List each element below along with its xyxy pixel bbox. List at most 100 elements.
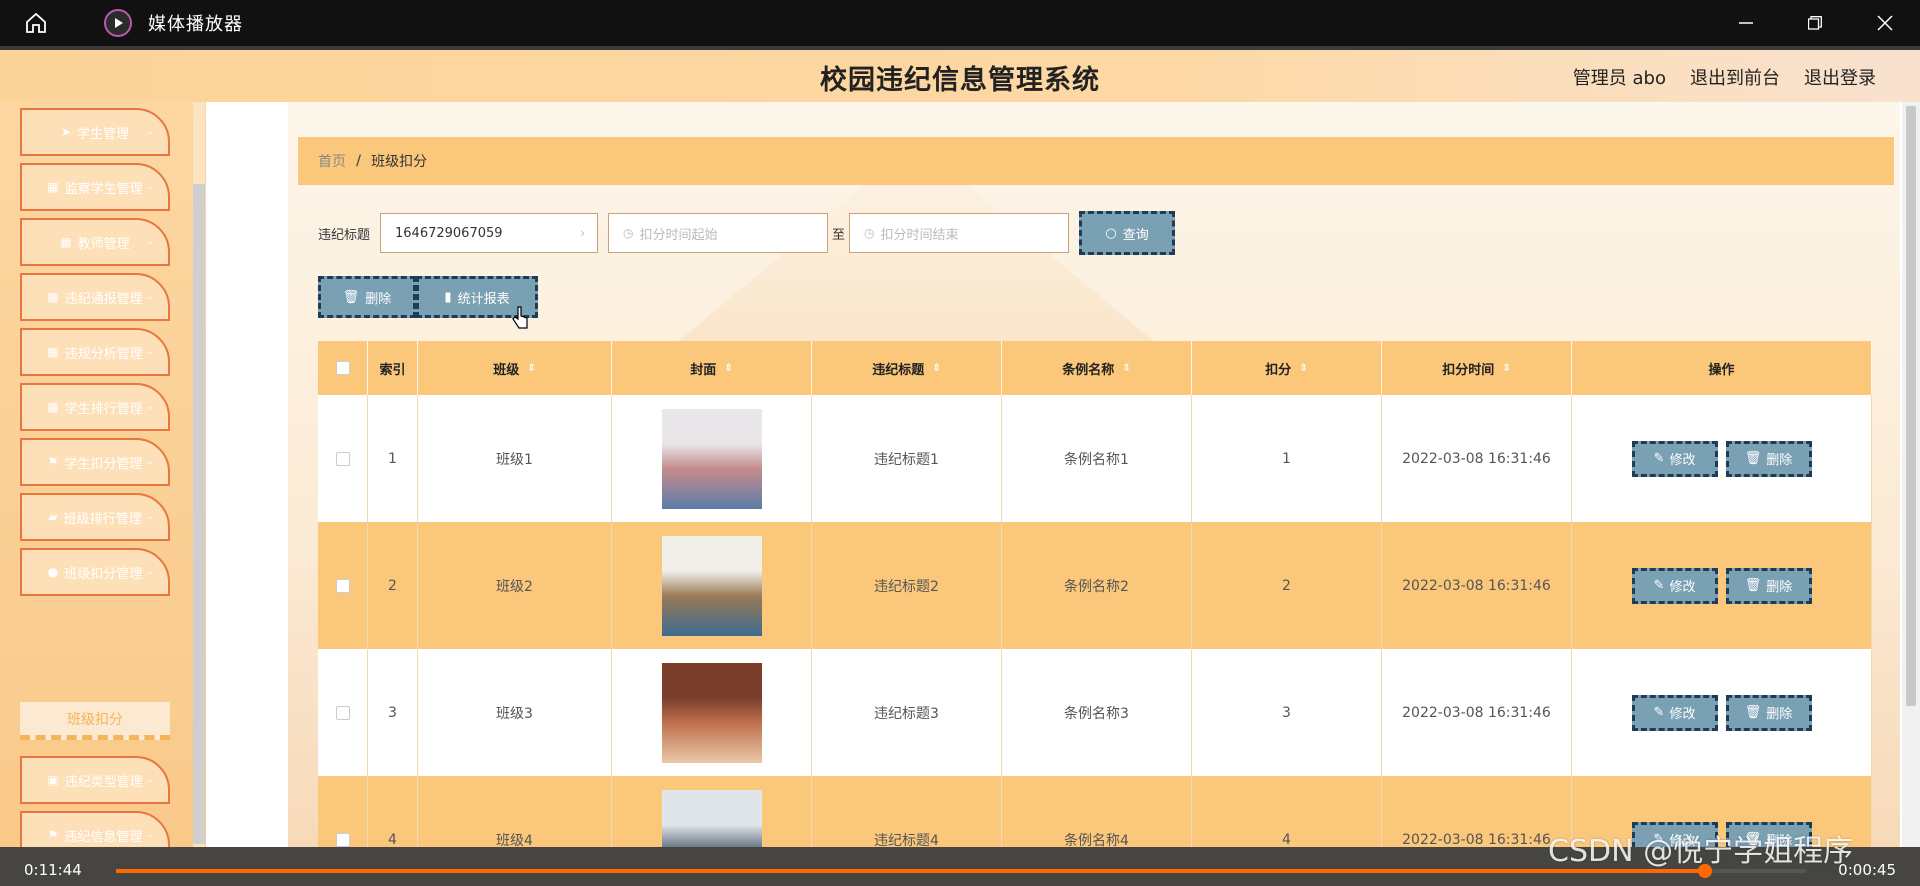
title-filter-input[interactable]: 1646729067059 › [380,213,599,253]
bar-chart-icon: ▮ [444,289,452,305]
delete-button-label: 删除 [1766,580,1793,595]
title-cell: 违纪标题1 [812,395,1002,522]
sidebar-item[interactable]: ➤ 学生管理 ⌄ [20,108,170,156]
restore-icon[interactable] [1785,0,1845,46]
operations-cell: ✎ 修改 🗑 删除 [1572,395,1872,522]
delete-button[interactable]: 🗑 删除 [1725,567,1812,604]
logout-link[interactable]: 退出登录 [1804,64,1876,90]
player-title-bar: 媒体播放器 [0,0,1920,46]
sidebar-item-label: 学生扣分管理 [64,456,143,472]
sidebar-item[interactable]: ▦ 学生排行管理 ⌄ [20,383,170,431]
grid-icon: ▦ [47,345,59,359]
sort-icon[interactable]: ⇕ [1299,363,1307,374]
cover-cell [612,522,812,649]
table-row[interactable]: 2 班级2 违纪标题2 条例名称2 2 2022-03-08 16:31:46 ✎ 修改 🗑 删除 [318,522,1872,649]
sort-icon[interactable]: ⇕ [1502,363,1510,374]
clock-icon: ◷ [623,226,634,240]
sidebar-scroll-thumb[interactable] [193,184,205,844]
row-checkbox[interactable] [335,705,350,720]
mouse-cursor [512,306,530,334]
back-to-front-link[interactable]: 退出到前台 [1690,64,1780,90]
edit-button[interactable]: ✎ 修改 [1631,694,1718,731]
search-icon: ○ [1105,225,1117,241]
row-title: 违纪标题1 [874,451,939,468]
row-checkbox-cell [318,522,368,649]
start-time-input[interactable]: ◷ 扣分时间起始 [608,213,829,253]
query-button[interactable]: ○ 查询 [1079,211,1176,255]
row-checkbox[interactable] [335,832,350,847]
sidebar-item-label: 学生排行管理 [64,401,143,417]
points-cell: 4 [1192,776,1382,847]
cover-image[interactable] [661,662,762,763]
rule-cell: 条例名称1 [1002,395,1192,522]
player-logo-icon [104,9,132,37]
sidebar-item-label: 教师管理 [77,236,130,252]
delete-button[interactable]: 🗑 删除 [1725,440,1812,477]
row-checkbox[interactable] [335,451,350,466]
operations-cell: ✎ 修改 🗑 删除 [1572,522,1872,649]
delete-button[interactable]: 🗑 删除 [1725,694,1812,731]
chevron-down-icon: ⌄ [145,401,154,412]
sidebar-item[interactable]: ⚑ 违纪信息管理 ⌄ [20,811,170,847]
close-icon[interactable] [1855,0,1915,46]
chevron-down-icon: ⌄ [145,829,154,840]
minimize-icon[interactable] [1716,0,1776,46]
sidebar-item[interactable]: ▦ 违规分析管理 ⌄ [20,328,170,376]
sidebar-item[interactable]: ▦ 监察学生管理 ⌄ [20,163,170,211]
clock-icon: ◷ [864,226,875,240]
sidebar-item[interactable]: ● 班级扣分管理 ⌄ [20,548,170,596]
row-index: 1 [388,450,397,467]
index-cell: 3 [368,649,418,776]
cover-image[interactable] [661,789,762,847]
table-row[interactable]: 1 班级1 违纪标题1 条例名称1 1 2022-03-08 16:31:46 ✎ 修改 🗑 删除 [318,395,1872,522]
row-class: 班级2 [496,578,533,595]
time-cell: 2022-03-08 16:31:46 [1382,522,1572,649]
row-points: 4 [1282,831,1291,848]
select-all-checkbox-cell [318,341,368,395]
home-icon[interactable] [18,5,54,41]
sort-icon[interactable]: ⇕ [527,363,535,374]
stats-report-label: 统计报表 [457,291,510,307]
row-index: 2 [388,577,397,594]
edit-icon: ✎ [1653,705,1665,720]
table-row[interactable]: 3 班级3 违纪标题3 条例名称3 3 2022-03-08 16:31:46 ✎ 修改 🗑 删除 [318,649,1872,776]
row-points: 2 [1282,577,1291,594]
column-header[interactable]: 违纪标题 ⇕ [812,341,1002,395]
sidebar-item[interactable]: ▣ 违纪类型管理 ⌄ [20,756,170,804]
time-cell: 2022-03-08 16:31:46 [1382,395,1572,522]
column-header[interactable]: 班级 ⇕ [418,341,612,395]
edit-button[interactable]: ✎ 修改 [1631,567,1718,604]
main-scroll-thumb[interactable] [1906,106,1916,706]
column-header[interactable]: 封面 ⇕ [612,341,812,395]
title-filter-label: 违纪标题 [318,227,371,243]
sidebar-item-label: 学生管理 [77,126,130,142]
column-header[interactable]: 条例名称 ⇕ [1002,341,1192,395]
edit-button-label: 修改 [1669,707,1696,722]
edit-button[interactable]: ✎ 修改 [1631,440,1718,477]
row-checkbox-cell [318,776,368,847]
sidebar-item[interactable]: ▦ 教师管理 ⌄ [20,218,170,266]
sort-icon[interactable]: ⇕ [932,363,940,374]
grid-icon: ▦ [47,290,59,304]
breadcrumb-home[interactable]: 首页 [318,151,346,171]
column-header-label: 扣分时间 [1442,362,1495,378]
select-all-checkbox[interactable] [335,361,350,375]
sidebar-item-label: 班级扣分管理 [64,566,143,582]
cover-image[interactable] [661,408,762,509]
chevron-down-icon: ⌄ [145,236,154,247]
end-time-input[interactable]: ◷ 扣分时间结束 [849,213,1070,253]
title-filter-value: 1646729067059 [395,225,503,241]
cover-image[interactable] [661,535,762,636]
column-header[interactable]: 扣分 ⇕ [1192,341,1382,395]
column-header[interactable]: 扣分时间 ⇕ [1382,341,1572,395]
class-cell: 班级3 [418,649,612,776]
clipboard-icon: ▣ [47,773,59,787]
sidebar-item[interactable]: ⚑ 学生扣分管理 ⌄ [20,438,170,486]
sidebar-subitem-class-deduction[interactable]: 班级扣分 [20,702,170,740]
sidebar-item[interactable]: ▦ 违纪通报管理 ⌄ [20,273,170,321]
sort-icon[interactable]: ⇕ [1122,363,1130,374]
sort-icon[interactable]: ⇕ [724,363,732,374]
sidebar-item[interactable]: ▰ 班级排行管理 ⌄ [20,493,170,541]
batch-delete-button[interactable]: 🗑 删除 [318,276,416,318]
row-checkbox[interactable] [335,578,350,593]
